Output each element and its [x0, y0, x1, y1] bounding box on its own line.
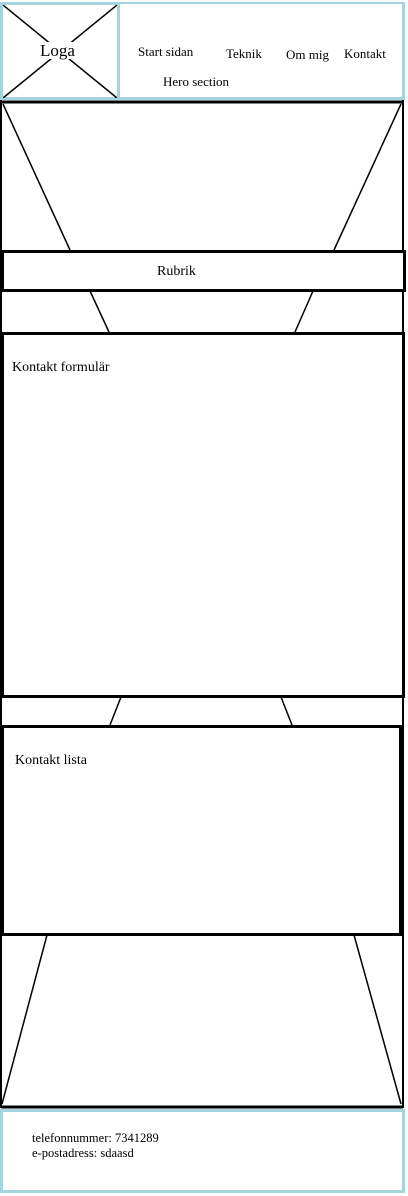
nav-start-sidan[interactable]: Start sidan: [138, 45, 193, 58]
footer-phone: telefonnummer: 7341289: [32, 1131, 159, 1145]
hero-diagonal-left: [2, 103, 71, 251]
logo-label: Loga: [39, 41, 76, 60]
footer: telefonnummer: 7341289 e-postadress: sda…: [0, 1109, 405, 1193]
hero-diagonal-right: [333, 103, 402, 251]
logo-placeholder[interactable]: Loga: [0, 2, 120, 100]
heading-bar: Rubrik: [1, 250, 406, 292]
bottom-diagonal-left: [1, 934, 48, 1105]
heading-label: Rubrik: [157, 264, 196, 279]
connector-diagonal-3: [109, 696, 122, 726]
connector-diagonal-2: [294, 290, 314, 333]
nav-hero-section[interactable]: Hero section: [163, 75, 229, 88]
contact-list-box: Kontakt lista: [1, 725, 402, 936]
contact-form-box[interactable]: Kontakt formulär: [1, 332, 405, 698]
connector-diagonal-4: [280, 696, 293, 726]
connector-diagonal-1: [89, 290, 110, 333]
nav-teknik[interactable]: Teknik: [226, 47, 262, 60]
nav-om-mig[interactable]: Om mig: [286, 48, 329, 61]
contact-form-label: Kontakt formulär: [12, 360, 110, 375]
bottom-diagonal-right: [353, 934, 402, 1105]
contact-list-label: Kontakt lista: [15, 753, 87, 768]
nav-kontakt[interactable]: Kontakt: [344, 47, 386, 60]
footer-email: e-postadress: sdaasd: [32, 1146, 134, 1160]
